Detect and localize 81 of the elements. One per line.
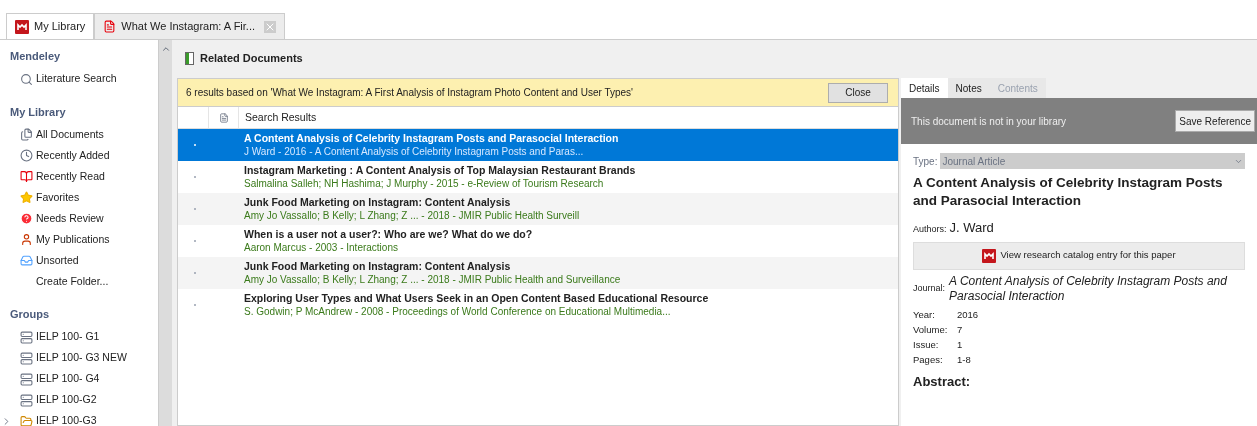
field-label: Year: (913, 307, 936, 322)
document-column-icon (218, 112, 229, 123)
save-reference-button[interactable]: Save Reference (1175, 110, 1255, 132)
sidebar-item[interactable]: My Publications (10, 229, 158, 250)
document-icon (185, 51, 194, 65)
result-title: A Content Analysis of Celebrity Instagram Posts and Parasocial Interaction (244, 131, 619, 145)
folder-icon (20, 414, 33, 426)
field-label: Pages: (913, 352, 944, 367)
journal-label: Journal: (913, 281, 946, 295)
documents-icon (20, 128, 33, 141)
authors-label: Authors: (913, 223, 947, 236)
server-icon (20, 330, 33, 344)
sidebar-item[interactable]: All Documents (10, 124, 158, 145)
server-icon (20, 351, 33, 365)
section-heading: Groups (10, 307, 51, 322)
details-tab[interactable]: Details (901, 78, 948, 98)
field-value: 7 (957, 322, 963, 337)
server-icon (20, 372, 33, 386)
section-heading: Mendeley (10, 49, 62, 64)
document-tab[interactable]: What We Instagram: A Fir... (94, 13, 286, 39)
abstract-heading: Abstract: (913, 372, 972, 391)
scroll-up-icon[interactable] (160, 44, 171, 54)
sidebar-item[interactable]: Create Folder... (10, 271, 158, 292)
authors-value: J. Ward (949, 219, 994, 237)
result-title: Instagram Marketing : A Content Analysis of Top Malaysian Restaurant Brands (244, 163, 636, 177)
details-tab[interactable]: Notes (947, 78, 990, 98)
result-row[interactable]: A Content Analysis of Celebrity Instagram Posts and Parasocial Interaction J Ward - 2016 - A Content Analysis of Celebrity Instagram Posts and Paras... (178, 129, 898, 161)
result-meta: Amy Jo Vassallo; B Kelly; L Zhang; Z ... - 2018 - JMIR Public Health and Surveillance (244, 273, 621, 287)
notice-text: This document is not in your library (911, 114, 1067, 129)
book-icon (20, 170, 33, 183)
inbox-icon (20, 254, 33, 267)
sidebar-item[interactable]: Recently Read (10, 166, 158, 187)
document-title: A Content Analysis of Celebrity Instagram Posts and Parasocial Interaction (913, 174, 1224, 210)
panel-title: Related Documents (200, 50, 303, 66)
banner-text: 6 results based on 'What We Instagram: A First Analysis of Instagram Photo Content and User Types' (186, 86, 633, 100)
scrollbar[interactable] (158, 40, 172, 426)
sidebar-item[interactable]: Needs Review (10, 208, 158, 229)
field-value: 1-8 (957, 352, 971, 367)
sidebar-item[interactable]: Unsorted (10, 250, 158, 271)
tab-label: What We Instagram: A Fir... (121, 19, 256, 35)
person-icon (20, 233, 33, 246)
sidebar-item[interactable]: IELP 100-G3 (10, 410, 158, 426)
field-label: Issue: (913, 337, 940, 352)
question-icon (20, 212, 33, 225)
result-meta: Salmalina Salleh; NH Hashima; J Murphy - 2015 - e-Review of Tourism Research (244, 177, 605, 191)
result-title: When is a user not a user?: Who are we? What do we do? (244, 227, 533, 241)
sidebar-item[interactable]: IELP 100- G4 (10, 368, 158, 390)
sidebar-item[interactable]: Literature Search (10, 68, 158, 90)
result-title: Exploring User Types and What Users Seek in an Open Content Based Educational Resource (244, 291, 709, 305)
pdf-icon (103, 20, 117, 33)
tab-label: My Library (34, 19, 86, 35)
field-label: Volume: (913, 322, 949, 337)
type-label: Type: (913, 154, 938, 169)
logo-icon (15, 19, 29, 34)
result-title: Junk Food Marketing on Instagram: Content Analysis (244, 195, 512, 209)
close-button[interactable]: Close (828, 82, 888, 103)
section-heading: My Library (10, 104, 67, 120)
sidebar-item[interactable]: Recently Added (10, 145, 158, 166)
journal-value: A Content Analysis of Celebrity Instagram Posts and Parasocial Interaction (949, 273, 1228, 304)
result-meta: Amy Jo Vassallo; B Kelly; L Zhang; Z ... - 2018 - JMIR Public Health Surveill (244, 209, 580, 223)
logo-icon (982, 248, 997, 263)
sidebar-item[interactable]: Favorites (10, 187, 158, 208)
star-icon (20, 191, 33, 204)
sidebar-item[interactable]: IELP 100- G1 (10, 326, 158, 348)
sidebar-item[interactable]: IELP 100- G3 NEW (10, 347, 158, 369)
sidebar-item[interactable]: IELP 100-G2 (10, 389, 158, 411)
catalog-button[interactable]: View research catalog entry for this paper (913, 241, 1245, 270)
result-meta: S. Godwin; P McAndrew - 2008 - Proceedings of World Conference on Educational Multimedia... (244, 305, 672, 319)
result-title: Junk Food Marketing on Instagram: Content Analysis (244, 259, 512, 273)
result-meta: J Ward - 2016 - A Content Analysis of Celebrity Instagram Posts and Paras... (244, 145, 585, 159)
result-meta: Aaron Marcus - 2003 - Interactions (244, 241, 399, 255)
close-icon[interactable] (264, 20, 277, 33)
server-icon (20, 393, 33, 407)
field-value: 1 (957, 337, 963, 352)
field-value: 2016 (957, 307, 979, 322)
column-header[interactable]: Search Results (238, 107, 898, 128)
search-icon (20, 72, 33, 86)
result-row[interactable]: Junk Food Marketing on Instagram: Content Analysis Amy Jo Vassallo; B Kelly; L Zhang; Z ... - 2018 - JMIR Public Health Surveill (178, 193, 898, 225)
result-row[interactable]: Junk Food Marketing on Instagram: Content Analysis Amy Jo Vassallo; B Kelly; L Zhang; Z ... - 2018 - JMIR Public Health and Surveillance (178, 257, 898, 289)
document-tab[interactable]: My Library (6, 13, 95, 39)
clock-icon (20, 149, 33, 162)
